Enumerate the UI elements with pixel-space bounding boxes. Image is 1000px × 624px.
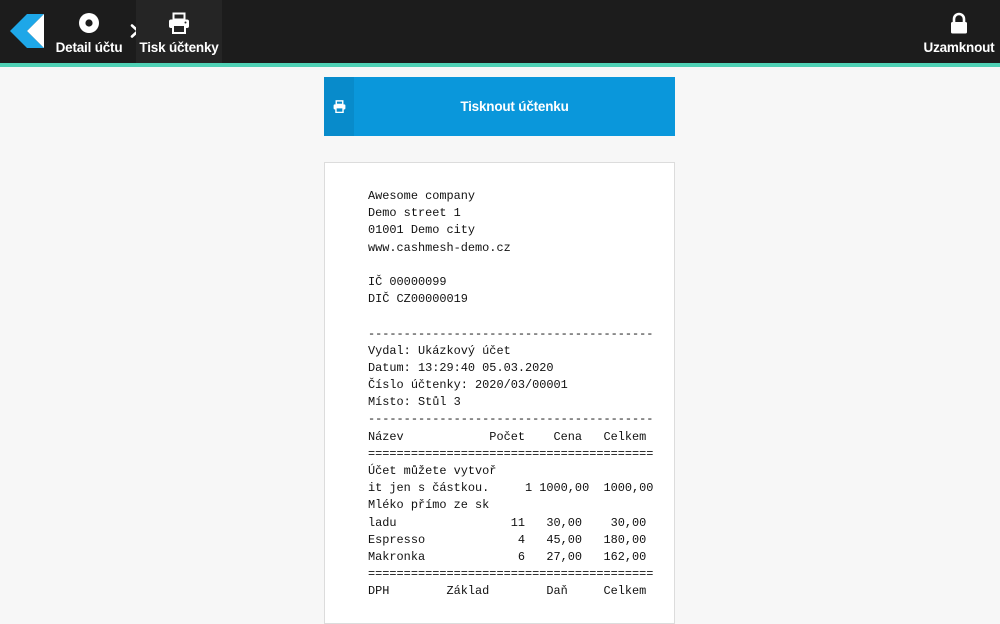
receipt-line: Číslo účtenky: 2020/03/00001 xyxy=(368,378,568,393)
receipt-line: DIČ CZ00000019 xyxy=(368,292,468,307)
receipt-line: Mléko přímo ze sk xyxy=(368,498,490,513)
receipt-line: ======================================== xyxy=(368,446,654,461)
disc-icon xyxy=(79,13,99,33)
receipt-preview: Awesome company Demo street 1 01001 Demo c… xyxy=(324,162,675,624)
receipt-line: Makronka 6 27,00 162,00 xyxy=(368,549,647,564)
breadcrumb-detail-uctu[interactable]: Detail účtu xyxy=(55,0,123,63)
lock-button[interactable]: Uzamknout xyxy=(923,0,995,63)
receipt-line xyxy=(368,308,653,325)
receipt-line: Awesome company xyxy=(368,189,476,203)
print-receipt-button[interactable]: Tisknout účtenku xyxy=(324,77,675,136)
receipt-line: Demo street 1 xyxy=(368,206,461,221)
breadcrumb-tisk-label: Tisk účtenky xyxy=(139,40,219,55)
receipt-line: www.cashmesh-demo.cz xyxy=(368,240,511,255)
printer-icon xyxy=(169,12,189,34)
receipt-line: Vydal: Ukázkový účet xyxy=(368,343,511,358)
receipt-line: Účet můžete vytvoř xyxy=(368,464,497,478)
receipt-line: Espresso 4 45,00 180,00 xyxy=(368,532,647,547)
accent-stripe xyxy=(0,63,1000,67)
receipt-text: Awesome company Demo street 1 01001 Demo c… xyxy=(368,188,653,601)
receipt-line: ======================================== xyxy=(368,567,654,582)
print-button-icon-box xyxy=(324,77,354,136)
printer-icon xyxy=(333,100,345,113)
top-bar: Detail účtu Tisk účtenky Uzamknout xyxy=(0,0,1000,63)
breadcrumb-tisk-uctenky[interactable]: Tisk účtenky xyxy=(136,0,222,63)
lock-icon xyxy=(951,12,967,34)
lock-label: Uzamknout xyxy=(923,40,995,55)
print-button-label: Tisknout účtenku xyxy=(460,99,569,114)
receipt-line: ---------------------------------------- xyxy=(368,412,654,427)
receipt-line: Místo: Stůl 3 xyxy=(368,395,461,410)
receipt-line: it jen s částkou. 1 1000,00 1000,00 xyxy=(368,481,654,496)
receipt-line: Datum: 13:29:40 05.03.2020 xyxy=(368,360,554,375)
app-logo-icon[interactable] xyxy=(10,14,44,48)
receipt-line: DPH Základ Daň Celkem xyxy=(368,584,647,599)
receipt-line xyxy=(368,257,653,274)
receipt-line: 01001 Demo city xyxy=(368,223,476,238)
receipt-line: ladu 11 30,00 30,00 xyxy=(368,515,647,530)
receipt-line: IČ 00000099 xyxy=(368,274,447,289)
receipt-line: Název Počet Cena Celkem xyxy=(368,429,647,444)
breadcrumb-detail-label: Detail účtu xyxy=(55,40,123,55)
receipt-line: ---------------------------------------- xyxy=(368,326,654,341)
